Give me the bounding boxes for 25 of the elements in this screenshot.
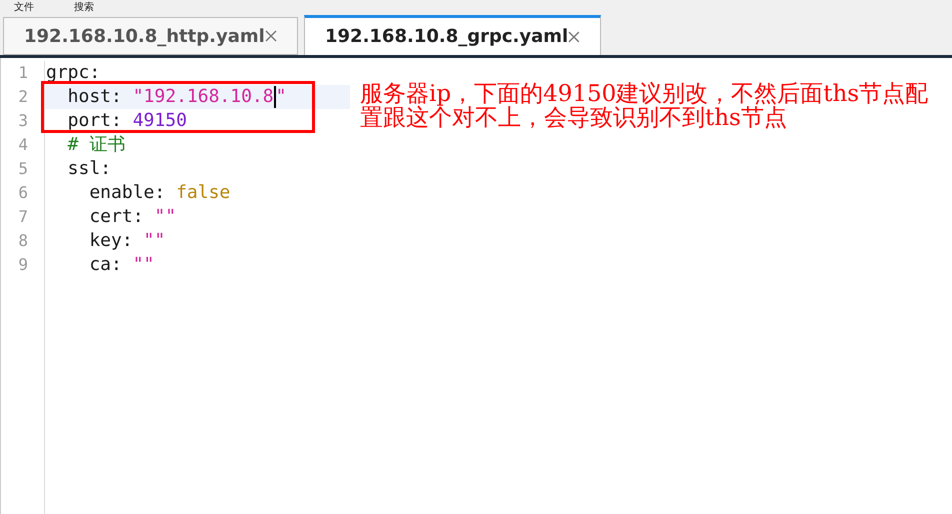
annotation-text: 服务器ip，下面的49150建议别改，不然后面ths节点配置跟这个对不上，会导致识别不到ths节点 bbox=[360, 82, 930, 130]
line-number: 3 bbox=[17, 110, 29, 132]
file-tab[interactable]: 192.168.10.8_grpc.yaml bbox=[304, 15, 601, 55]
close-icon[interactable] bbox=[265, 30, 277, 42]
code-line: cert: "" bbox=[88, 205, 178, 229]
menu-item[interactable]: 文件 bbox=[14, 2, 34, 14]
menu-item[interactable]: 搜索 bbox=[74, 2, 94, 14]
code-line: enable: false bbox=[88, 181, 232, 205]
line-number: 4 bbox=[17, 134, 29, 156]
code-line: ssl: bbox=[66, 157, 112, 181]
code-line: # 证书 bbox=[66, 133, 126, 157]
code-line: grpc: bbox=[45, 61, 102, 85]
line-number: 9 bbox=[17, 254, 29, 276]
line-number: 7 bbox=[17, 206, 29, 228]
text-cursor bbox=[274, 86, 276, 108]
line-number: 8 bbox=[17, 230, 29, 252]
code-line: port: 49150 bbox=[66, 109, 188, 133]
line-number: 2 bbox=[17, 86, 29, 108]
line-number: 6 bbox=[17, 182, 29, 204]
line-number: 5 bbox=[17, 158, 29, 180]
file-tab[interactable]: 192.168.10.8_http.yaml bbox=[3, 17, 298, 55]
code-line: ca: "" bbox=[88, 253, 156, 277]
code-line: key: "" bbox=[88, 229, 166, 253]
close-icon[interactable] bbox=[568, 30, 580, 42]
line-number: 1 bbox=[17, 62, 29, 84]
